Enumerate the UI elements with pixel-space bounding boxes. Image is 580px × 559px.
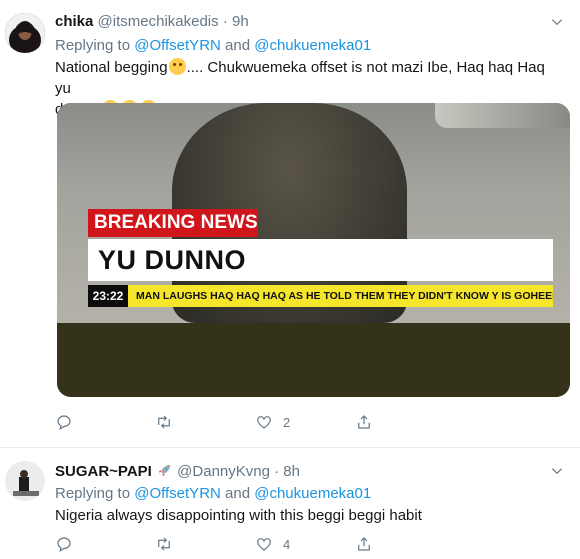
retweet-button[interactable] [155,534,183,554]
retweet-icon [158,415,170,429]
user-handle[interactable]: @DannyKvng [177,463,270,480]
timestamp[interactable]: 8h [283,463,300,480]
news-headline: YU DUNNO [88,239,553,281]
display-name[interactable]: SUGAR~PAPI [55,463,152,480]
background-car [435,103,570,128]
mention-chukuemeka[interactable]: @chukuemeka01 [254,485,371,502]
share-button[interactable] [355,412,373,432]
separator: · [222,13,228,30]
breaking-news-label: BREAKING NEWS [88,209,258,237]
reply-icon [57,537,71,553]
separator: · [274,463,280,480]
mention-offsetyrn[interactable]: @OffsetYRN [134,485,221,502]
reply-button[interactable] [55,412,83,432]
news-ticker: MAN LAUGHS HAQ HAQ HAQ AS HE TOLD THEM T… [128,285,553,307]
ticker-time: 23:22 [88,285,128,307]
avatar-sugar-papi[interactable] [5,461,45,501]
like-button[interactable]: 4 [255,534,290,554]
chevron-down-icon[interactable] [550,15,564,29]
retweet-button[interactable] [155,412,183,432]
rocket-emoji [158,464,171,477]
mention-offsetyrn[interactable]: @OffsetYRN [134,37,221,54]
tweet-1[interactable]: chika @itsmechikakedis · 9h Replying to … [0,0,580,447]
avatar-chika[interactable] [5,13,45,53]
share-icon [358,415,370,429]
tweet-header: chika @itsmechikakedis · 9h [55,13,249,30]
media-video[interactable]: BREAKING NEWS YU DUNNO 23:22 MAN LAUGHS … [57,103,570,397]
tweet-actions: 4 [55,534,455,554]
video-bottom-band [57,323,570,397]
tweet-actions: 2 [55,412,455,432]
chevron-down-icon[interactable] [550,464,564,478]
mention-chukuemeka[interactable]: @chukuemeka01 [254,37,371,54]
smiling-emoji [168,58,186,75]
like-icon [257,416,271,429]
reply-icon [57,415,71,431]
reply-button[interactable] [55,534,83,554]
tweet-2[interactable]: SUGAR~PAPI @DannyKvng · 8h Replying to @… [0,448,580,559]
avatar-portrait [5,13,45,53]
like-icon [257,538,271,551]
share-button[interactable] [355,534,373,554]
like-button[interactable]: 2 [255,412,290,432]
replying-to: Replying to @OffsetYRN and @chukuemeka01 [55,37,372,54]
retweet-icon [158,537,170,551]
user-handle[interactable]: @itsmechikakedis [98,13,219,30]
tweet-text: Nigeria always disappointing with this b… [55,507,422,524]
tweet-header: SUGAR~PAPI @DannyKvng · 8h [55,462,300,480]
share-icon [358,537,370,551]
replying-to: Replying to @OffsetYRN and @chukuemeka01 [55,485,372,502]
display-name[interactable]: chika [55,13,93,30]
timestamp[interactable]: 9h [232,13,249,30]
avatar-portrait [5,461,45,501]
